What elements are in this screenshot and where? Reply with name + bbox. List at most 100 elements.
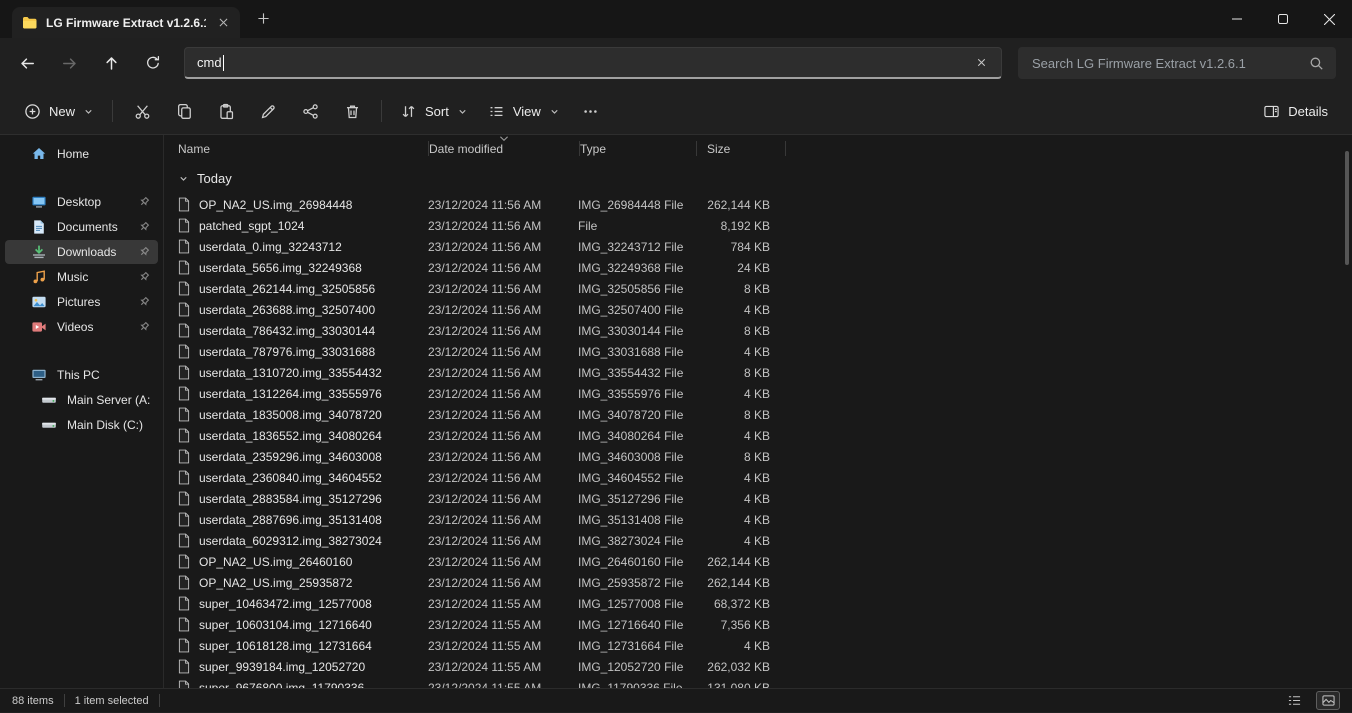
table-row[interactable]: userdata_0.img_3224371223/12/2024 11:56 …	[178, 236, 1352, 257]
maximize-button[interactable]	[1260, 0, 1306, 38]
refresh-button[interactable]	[136, 46, 170, 80]
file-icon	[178, 491, 190, 506]
copy-button[interactable]	[163, 94, 205, 128]
table-row[interactable]: super_10618128.img_1273166423/12/2024 11…	[178, 635, 1352, 656]
address-bar-input[interactable]: cmd	[184, 47, 1002, 79]
column-header-type[interactable]: Type	[580, 135, 696, 162]
file-name-text: userdata_786432.img_33030144	[199, 324, 375, 338]
thumbnail-view-button[interactable]	[1316, 691, 1340, 710]
table-row[interactable]: userdata_2359296.img_3460300823/12/2024 …	[178, 446, 1352, 467]
sidebar-item-documents[interactable]: Documents	[5, 215, 158, 239]
table-row[interactable]: userdata_2360840.img_3460455223/12/2024 …	[178, 467, 1352, 488]
clear-address-icon[interactable]	[969, 51, 993, 75]
file-name: OP_NA2_US.img_26984448	[178, 197, 428, 212]
file-type: IMG_34603008 File	[578, 450, 694, 464]
table-row[interactable]: userdata_787976.img_3303168823/12/2024 1…	[178, 341, 1352, 362]
file-type: IMG_34080264 File	[578, 429, 694, 443]
column-header-name[interactable]: Name	[178, 135, 428, 162]
sort-indicator-icon	[500, 136, 509, 141]
forward-button[interactable]	[52, 46, 86, 80]
share-button[interactable]	[289, 94, 331, 128]
vertical-scrollbar[interactable]	[1345, 149, 1349, 677]
up-button[interactable]	[94, 46, 128, 80]
sort-icon	[400, 103, 417, 120]
table-row[interactable]: OP_NA2_US.img_2646016023/12/2024 11:56 A…	[178, 551, 1352, 572]
sidebar-item-home[interactable]: Home	[5, 142, 158, 166]
sidebar-item-main-server-a[interactable]: Main Server (A:)	[5, 388, 158, 412]
search-input[interactable]: Search LG Firmware Extract v1.2.6.1	[1018, 47, 1336, 79]
paste-button[interactable]	[205, 94, 247, 128]
table-row[interactable]: userdata_786432.img_3303014423/12/2024 1…	[178, 320, 1352, 341]
new-tab-button[interactable]	[248, 4, 278, 34]
close-button[interactable]	[1306, 0, 1352, 38]
table-row[interactable]: userdata_1312264.img_3355597623/12/2024 …	[178, 383, 1352, 404]
file-name: userdata_2887696.img_35131408	[178, 512, 428, 527]
file-name-text: patched_sgpt_1024	[199, 219, 304, 233]
sidebar-item-main-disk-c[interactable]: Main Disk (C:)	[5, 413, 158, 437]
column-header-date-modified[interactable]: Date modified	[429, 135, 579, 162]
sidebar-item-downloads[interactable]: Downloads	[5, 240, 158, 264]
sidebar-item-desktop[interactable]: Desktop	[5, 190, 158, 214]
details-view-button[interactable]	[1282, 691, 1306, 710]
sidebar-item-this-pc[interactable]: This PC	[5, 363, 158, 387]
explorer-tab[interactable]: LG Firmware Extract v1.2.6.1	[12, 7, 240, 38]
file-size: 784 KB	[694, 240, 782, 254]
sort-button[interactable]: Sort	[390, 94, 478, 128]
status-bar: 88 items 1 item selected	[0, 688, 1352, 712]
text-caret	[223, 55, 224, 71]
file-size: 262,144 KB	[694, 198, 782, 212]
file-icon	[178, 617, 190, 632]
file-type: IMG_32249368 File	[578, 261, 694, 275]
file-date-modified: 23/12/2024 11:56 AM	[428, 240, 578, 254]
file-icon	[178, 554, 190, 569]
column-separator[interactable]	[785, 141, 786, 156]
table-row[interactable]: userdata_263688.img_3250740023/12/2024 1…	[178, 299, 1352, 320]
sidebar-item-pictures[interactable]: Pictures	[5, 290, 158, 314]
table-row[interactable]: userdata_1836552.img_3408026423/12/2024 …	[178, 425, 1352, 446]
file-size: 8 KB	[694, 324, 782, 338]
table-row[interactable]: userdata_2883584.img_3512729623/12/2024 …	[178, 488, 1352, 509]
table-row[interactable]: patched_sgpt_102423/12/2024 11:56 AMFile…	[178, 215, 1352, 236]
table-row[interactable]: OP_NA2_US.img_2698444823/12/2024 11:56 A…	[178, 194, 1352, 215]
file-icon	[178, 197, 190, 212]
more-icon	[582, 103, 599, 120]
minimize-button[interactable]	[1214, 0, 1260, 38]
table-row[interactable]: super_9676800.img_1179033623/12/2024 11:…	[178, 677, 1352, 688]
table-row[interactable]: userdata_1310720.img_3355443223/12/2024 …	[178, 362, 1352, 383]
new-button[interactable]: New	[14, 94, 104, 128]
table-row[interactable]: OP_NA2_US.img_2593587223/12/2024 11:56 A…	[178, 572, 1352, 593]
file-icon	[178, 302, 190, 317]
see-more-button[interactable]	[570, 94, 612, 128]
sidebar-item-label: Music	[57, 270, 88, 284]
new-icon	[24, 103, 41, 120]
view-button[interactable]: View	[478, 94, 570, 128]
column-header-size[interactable]: Size	[697, 135, 785, 162]
cut-button[interactable]	[121, 94, 163, 128]
view-button-label: View	[513, 104, 541, 119]
details-button-label: Details	[1288, 104, 1328, 119]
file-name: userdata_5656.img_32249368	[178, 260, 428, 275]
file-date-modified: 23/12/2024 11:56 AM	[428, 282, 578, 296]
table-row[interactable]: userdata_2887696.img_3513140823/12/2024 …	[178, 509, 1352, 530]
file-name: super_9676800.img_11790336	[178, 680, 428, 688]
sidebar-item-music[interactable]: Music	[5, 265, 158, 289]
delete-button[interactable]	[331, 94, 373, 128]
tab-close-icon[interactable]	[214, 14, 232, 32]
table-row[interactable]: userdata_6029312.img_3827302423/12/2024 …	[178, 530, 1352, 551]
rename-button[interactable]	[247, 94, 289, 128]
table-row[interactable]: super_10463472.img_1257700823/12/2024 11…	[178, 593, 1352, 614]
table-row[interactable]: super_9939184.img_1205272023/12/2024 11:…	[178, 656, 1352, 677]
scrollbar-thumb[interactable]	[1345, 151, 1349, 265]
file-date-modified: 23/12/2024 11:56 AM	[428, 471, 578, 485]
group-header-today[interactable]: Today	[178, 162, 1352, 194]
file-date-modified: 23/12/2024 11:56 AM	[428, 450, 578, 464]
table-row[interactable]: super_10603104.img_1271664023/12/2024 11…	[178, 614, 1352, 635]
details-button[interactable]: Details	[1253, 94, 1338, 128]
back-button[interactable]	[10, 46, 44, 80]
table-row[interactable]: userdata_5656.img_3224936823/12/2024 11:…	[178, 257, 1352, 278]
table-row[interactable]: userdata_1835008.img_3407872023/12/2024 …	[178, 404, 1352, 425]
file-icon	[178, 260, 190, 275]
file-list-body: OP_NA2_US.img_26984448 23/12/2024 11:56 A…	[178, 194, 1352, 688]
sidebar-item-videos[interactable]: Videos	[5, 315, 158, 339]
table-row[interactable]: userdata_262144.img_3250585623/12/2024 1…	[178, 278, 1352, 299]
